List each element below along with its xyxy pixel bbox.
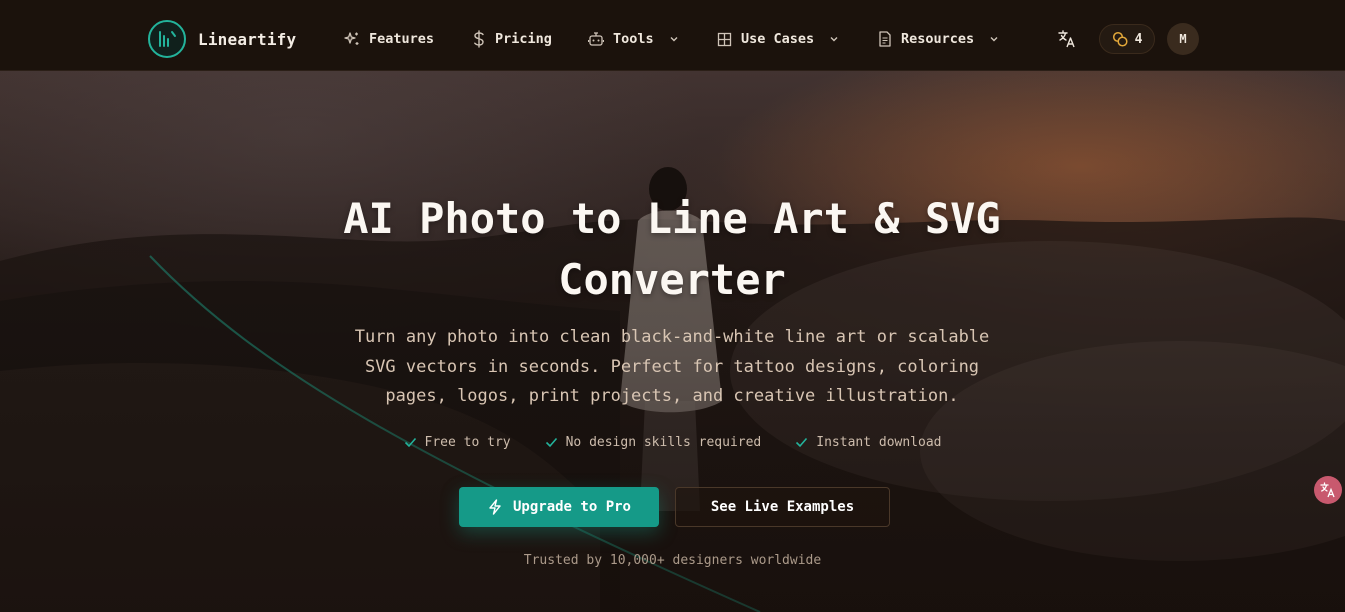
see-live-examples-button[interactable]: See Live Examples [675, 487, 890, 527]
upgrade-to-pro-label: Upgrade to Pro [512, 499, 631, 515]
upgrade-to-pro-button[interactable]: Upgrade to Pro [459, 487, 659, 527]
hero-subtitle-line-3: pages, logos, print projects, and creati… [385, 386, 959, 406]
trusted-text: Trusted by 10,000+ designers worldwide [523, 553, 822, 568]
top-navbar: Lineartify Features Pricing Tools Use Ca… [0, 0, 1345, 71]
nav-pricing-label: Pricing [495, 31, 552, 47]
floating-translate-button[interactable] [1314, 476, 1342, 504]
nav-tools-label: Tools [613, 31, 654, 47]
hero-title: AI Photo to Line Art & SVG Converter [272, 188, 1072, 310]
hero-subtitle-line-2: SVG vectors in seconds. Perfect for tatt… [364, 356, 980, 377]
nav-pricing[interactable]: Pricing [472, 29, 552, 49]
nav-resources[interactable]: Resources [878, 29, 999, 49]
dollar-icon [474, 30, 484, 48]
nav-features-label: Features [369, 31, 435, 47]
hero-title-line-2: Converter [558, 255, 786, 304]
check-icon [404, 437, 416, 448]
coins-icon [1112, 31, 1128, 47]
nav-use-cases[interactable]: Use Cases [717, 29, 839, 49]
chevron-down-icon [670, 37, 678, 42]
translate-icon [1058, 30, 1075, 48]
feature-label: Free to try [424, 435, 511, 450]
feature-list: Free to try No design skills required In… [0, 435, 1345, 450]
translate-sparkle-icon [1320, 482, 1335, 498]
check-icon [796, 437, 808, 448]
brand-logo[interactable]: Lineartify [148, 20, 296, 58]
nav-tools[interactable]: Tools [588, 29, 679, 49]
credits-badge[interactable]: 4 [1099, 24, 1155, 54]
nav-resources-label: Resources [901, 31, 975, 47]
chevron-down-icon [830, 37, 838, 42]
language-button[interactable] [1057, 29, 1077, 49]
chevron-down-icon [990, 37, 998, 42]
feature-item: Free to try [404, 435, 511, 450]
hero-subtitle-line-1: Turn any photo into clean black-and-whit… [354, 327, 990, 347]
see-live-examples-label: See Live Examples [710, 499, 855, 515]
user-avatar[interactable]: M [1167, 23, 1199, 55]
avatar-initial: M [1179, 32, 1187, 46]
nav-features[interactable]: Features [344, 29, 434, 49]
brand-name: Lineartify [198, 29, 297, 49]
hero-title-line-1: AI Photo to Line Art & SVG [343, 194, 1001, 243]
lightning-icon [489, 499, 501, 515]
hero-subtitle: Turn any photo into clean black-and-whit… [352, 323, 992, 412]
feature-label: No design skills required [565, 435, 762, 450]
sparkles-icon [344, 32, 359, 45]
feature-item: No design skills required [545, 435, 762, 450]
robot-icon [588, 32, 604, 46]
document-icon [879, 31, 891, 47]
grid-icon [717, 32, 732, 46]
hero-section: AI Photo to Line Art & SVG Converter Tur… [0, 71, 1345, 612]
credits-count: 4 [1134, 31, 1143, 47]
feature-label: Instant download [816, 435, 942, 450]
chart-bars-icon [148, 20, 186, 58]
feature-item: Instant download [795, 435, 942, 450]
check-icon [545, 437, 557, 448]
nav-use-cases-label: Use Cases [741, 31, 815, 47]
